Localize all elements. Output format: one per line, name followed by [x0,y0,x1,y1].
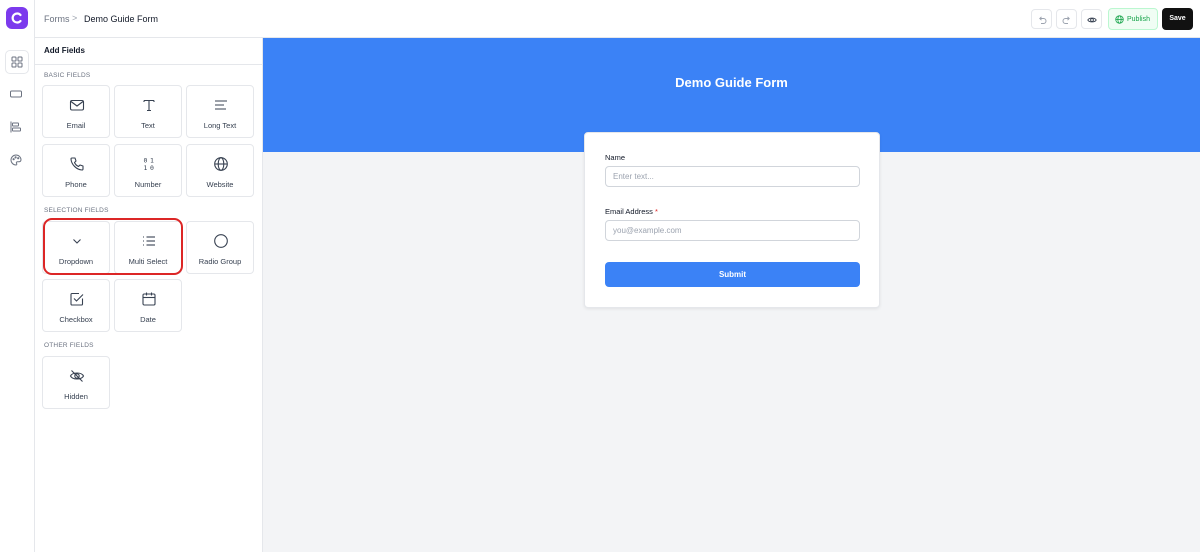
submit-button[interactable]: Submit [605,262,860,287]
field-label: Hidden [64,392,88,401]
required-asterisk: * [654,207,658,216]
field-label: Email [66,121,86,130]
divider [35,64,262,65]
field-text[interactable]: Text [114,85,182,138]
redo-button[interactable] [1056,9,1077,29]
top-bar: Forms > Demo Guide Form Publish Save [35,0,1200,38]
field-hidden[interactable]: Hidden [42,356,110,409]
palette-icon [10,154,22,166]
fields-panel-button[interactable] [5,50,29,74]
name-input[interactable]: Enter text... [605,166,860,187]
field-email[interactable]: Email [42,85,110,138]
grid-icon [11,56,23,68]
email-label-text: Email Address [605,207,653,216]
app-logo[interactable] [6,7,28,29]
field-label: Phone [65,180,87,189]
email-label: Email Address * [605,207,658,216]
field-label: Radio Group [198,257,242,266]
name-label-text: Name [605,153,626,162]
icon-rail [0,0,35,552]
section-basic-fields: BASIC FIELDS [44,72,91,79]
eye-icon [1087,17,1097,23]
input-box-icon [10,90,22,98]
phone-icon [70,157,84,171]
field-label: Number [134,180,162,189]
mail-icon [69,99,85,111]
publish-button[interactable]: Publish [1108,8,1158,30]
theme-panel-button[interactable] [5,149,29,173]
redo-icon [1062,16,1070,24]
highlight-annotation [43,218,183,275]
add-fields-panel: Add Fields BASIC FIELDS Email Text Long … [35,38,263,552]
field-date[interactable]: Date [114,279,182,332]
field-label: Text [141,121,155,130]
globe-icon [1115,15,1124,24]
undo-button[interactable] [1031,9,1052,29]
globe-icon [214,157,228,171]
breadcrumb-forms[interactable]: Forms [44,14,70,24]
check-square-icon [70,292,84,306]
input-panel-button[interactable] [5,83,29,107]
field-label: Long Text [203,121,237,130]
circle-icon [214,234,228,248]
field-website[interactable]: Website [186,144,254,197]
form-card: Name Enter text... Email Address * you@ex… [584,132,880,308]
publish-label: Publish [1127,16,1150,23]
field-phone[interactable]: Phone [42,144,110,197]
field-label: Checkbox [59,315,93,324]
svg-text:1: 1 [144,164,148,172]
align-left-icon [10,121,21,133]
svg-text:0: 0 [150,164,154,172]
section-other-fields: OTHER FIELDS [44,342,94,349]
form-title: Demo Guide Form [675,75,788,90]
form-canvas: Demo Guide Form Name Enter text... Email… [263,38,1200,552]
breadcrumb-separator: > [72,13,78,23]
field-radio-group[interactable]: Radio Group [186,221,254,274]
layout-panel-button[interactable] [5,116,29,140]
email-input[interactable]: you@example.com [605,220,860,241]
preview-button[interactable] [1081,9,1102,29]
save-button[interactable]: Save [1162,8,1193,30]
align-lines-icon [215,100,227,110]
field-label: Website [206,180,234,189]
breadcrumb-current: Demo Guide Form [84,14,159,24]
panel-title: Add Fields [44,46,85,55]
field-long-text[interactable]: Long Text [186,85,254,138]
eye-off-icon [69,370,85,382]
section-selection-fields: SELECTION FIELDS [44,207,109,214]
field-number[interactable]: 0110 Number [114,144,182,197]
name-label: Name [605,153,625,162]
field-checkbox[interactable]: Checkbox [42,279,110,332]
calendar-icon [142,292,156,306]
undo-icon [1039,16,1047,24]
field-label: Date [140,315,156,324]
binary-icon: 0 11 0 [144,157,155,173]
type-icon [143,99,155,112]
